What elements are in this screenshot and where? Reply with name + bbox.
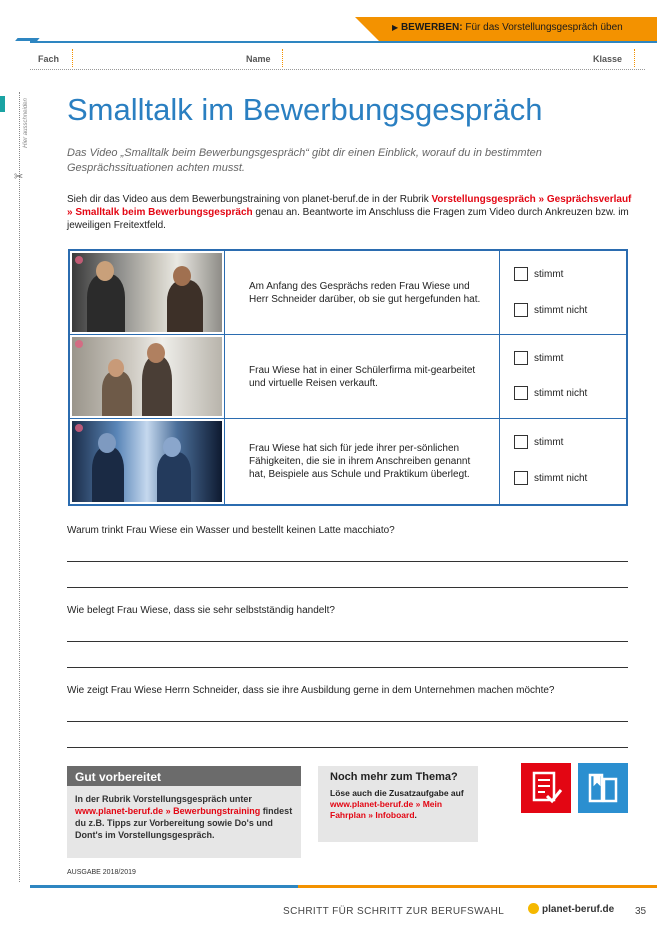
field-divider (282, 49, 283, 67)
footer-rule-blue (30, 885, 300, 888)
option-true[interactable]: stimmt (514, 435, 563, 449)
instructions: Sieh dir das Video aus dem Bewerbungstra… (67, 193, 637, 232)
tip-heading: Gut vorbereitet (67, 766, 301, 786)
checkbox[interactable] (514, 351, 528, 365)
banner-text: ▶ BEWERBEN: Für das Vorstellungsgespräch… (392, 22, 623, 33)
intro-text: Das Video „Smalltalk beim Bewerbungsgesp… (67, 147, 542, 174)
question-1: Warum trinkt Frau Wiese ein Wasser und b… (67, 525, 395, 536)
planet-icon (528, 903, 539, 914)
page-title: Smalltalk im Bewerbungsgespräch (67, 92, 543, 127)
option-true[interactable]: stimmt (514, 351, 563, 365)
checkbox[interactable] (514, 386, 528, 400)
option-false[interactable]: stimmt nicht (514, 386, 587, 400)
more-link[interactable]: www.planet-beruf.de » Mein Fahrplan » In… (330, 799, 442, 820)
answer-line[interactable] (67, 587, 628, 588)
edition-label: AUSGABE 2018/2019 (67, 869, 136, 876)
book-icon (578, 763, 628, 813)
answer-options: stimmt stimmt nicht (500, 419, 626, 504)
video-still (70, 419, 225, 504)
answer-line[interactable] (67, 641, 628, 642)
answer-line[interactable] (67, 561, 628, 562)
question-2: Wie belegt Frau Wiese, dass sie sehr sel… (67, 605, 335, 616)
option-true[interactable]: stimmt (514, 267, 563, 281)
statement-text: Am Anfang des Gesprächs reden Frau Wiese… (225, 251, 500, 334)
statement-row: Am Anfang des Gesprächs reden Frau Wiese… (70, 251, 626, 335)
header-fields: Fach Name Klasse (30, 47, 645, 70)
logo-text: planet-beruf.de (542, 904, 615, 915)
option-label: stimmt nicht (534, 472, 588, 484)
cut-line (19, 92, 20, 882)
answer-line[interactable] (67, 667, 628, 668)
video-still (70, 251, 225, 334)
video-still (70, 335, 225, 418)
question-3: Wie zeigt Frau Wiese Herrn Schneider, da… (67, 685, 555, 696)
tip-text: In der Rubrik Vorstellungsgespräch unter… (75, 793, 297, 841)
answer-line[interactable] (67, 747, 628, 748)
fach-label: Fach (38, 54, 60, 64)
footer-logo: planet-beruf.de (528, 903, 614, 915)
more-heading: Noch mehr zum Thema? (330, 771, 458, 783)
banner-label: BEWERBEN: (400, 22, 463, 33)
klasse-label: Klasse (593, 54, 623, 64)
tip-text-1: In der Rubrik Vorstellungsgespräch unter (75, 794, 252, 804)
cut-hint: Hier ausschneiden (23, 98, 29, 148)
more-text-2: . (414, 810, 417, 820)
option-false[interactable]: stimmt nicht (514, 303, 587, 317)
checkbox[interactable] (514, 303, 528, 317)
checkbox[interactable] (514, 471, 528, 485)
statement-row: Frau Wiese hat sich für jede ihrer per-s… (70, 419, 626, 504)
answer-options: stimmt stimmt nicht (500, 251, 626, 334)
margin-marker (0, 96, 5, 112)
option-label: stimmt (534, 436, 564, 448)
scissors-icon: ✂ (14, 171, 24, 183)
more-box: Noch mehr zum Thema? Löse auch die Zusat… (318, 766, 478, 842)
tip-link[interactable]: www.planet-beruf.de » Bewerbungstraining (75, 806, 260, 816)
field-divider (72, 49, 73, 67)
banner-tail (355, 17, 379, 41)
page-number: 35 (635, 906, 647, 917)
option-label: stimmt (534, 352, 564, 364)
option-label: stimmt nicht (534, 304, 588, 316)
footer-slogan: SCHRITT FÜR SCHRITT ZUR BERUFSWAHL (283, 906, 505, 917)
name-label: Name (246, 54, 271, 64)
statement-text: Frau Wiese hat in einer Schülerfirma mit… (225, 335, 500, 418)
statement-row: Frau Wiese hat in einer Schülerfirma mit… (70, 335, 626, 419)
instructions-part1: Sieh dir das Video aus dem Bewerbungstra… (67, 194, 432, 205)
header-rule (30, 41, 657, 43)
statement-table: Am Anfang des Gesprächs reden Frau Wiese… (68, 249, 628, 506)
banner-topic: Für das Vorstellungsgespräch üben (465, 22, 623, 33)
tip-box: Gut vorbereitet In der Rubrik Vorstellun… (67, 766, 301, 858)
checkbox[interactable] (514, 435, 528, 449)
checkbox[interactable] (514, 267, 528, 281)
footer-rule-orange (298, 885, 657, 888)
statement-text: Frau Wiese hat sich für jede ihrer per-s… (225, 419, 500, 504)
checklist-icon (521, 763, 571, 813)
option-false[interactable]: stimmt nicht (514, 471, 587, 485)
option-label: stimmt nicht (534, 387, 588, 399)
more-text: Löse auch die Zusatzaufgabe auf www.plan… (330, 788, 470, 821)
field-divider (634, 49, 635, 67)
option-label: stimmt (534, 268, 564, 280)
answer-options: stimmt stimmt nicht (500, 335, 626, 418)
more-text-1: Löse auch die Zusatzaufgabe auf (330, 788, 464, 798)
answer-line[interactable] (67, 721, 628, 722)
